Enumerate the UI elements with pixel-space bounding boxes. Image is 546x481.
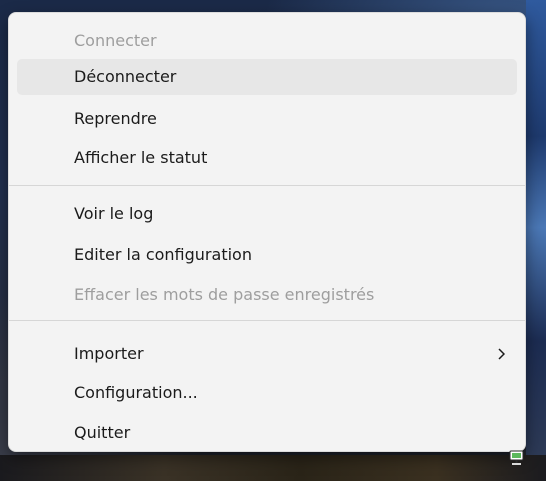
- menu-item-label: Importer: [74, 344, 144, 363]
- context-menu: Connecter Déconnecter Reprendre Afficher…: [8, 12, 526, 452]
- menu-item-label: Editer la configuration: [74, 245, 252, 264]
- menu-item-show-status[interactable]: Afficher le statut: [17, 140, 517, 176]
- menu-item-disconnect[interactable]: Déconnecter: [17, 59, 517, 95]
- menu-item-label: Quitter: [74, 423, 131, 442]
- menu-item-quit[interactable]: Quitter: [17, 415, 517, 451]
- network-monitor-icon[interactable]: [507, 448, 527, 468]
- menu-item-configuration[interactable]: Configuration...: [17, 375, 517, 411]
- menu-item-import[interactable]: Importer: [17, 336, 517, 372]
- menu-item-label: Déconnecter: [74, 67, 177, 86]
- menu-item-label: Connecter: [74, 31, 157, 50]
- menu-item-edit-config[interactable]: Editer la configuration: [17, 237, 517, 273]
- menu-item-label: Effacer les mots de passe enregistrés: [74, 285, 375, 304]
- menu-item-connect: Connecter: [17, 23, 517, 59]
- menu-item-label: Configuration...: [74, 383, 198, 402]
- menu-item-clear-passwords: Effacer les mots de passe enregistrés: [17, 277, 517, 313]
- menu-item-label: Afficher le statut: [74, 148, 208, 167]
- menu-separator: [9, 320, 525, 321]
- menu-item-label: Voir le log: [74, 204, 154, 223]
- menu-item-resume[interactable]: Reprendre: [17, 101, 517, 137]
- menu-item-label: Reprendre: [74, 109, 157, 128]
- desktop-background-strip: [0, 455, 546, 481]
- menu-item-view-log[interactable]: Voir le log: [17, 196, 517, 232]
- chevron-right-icon: [493, 336, 509, 372]
- menu-separator: [9, 185, 525, 186]
- desktop-background-edge: [526, 0, 546, 455]
